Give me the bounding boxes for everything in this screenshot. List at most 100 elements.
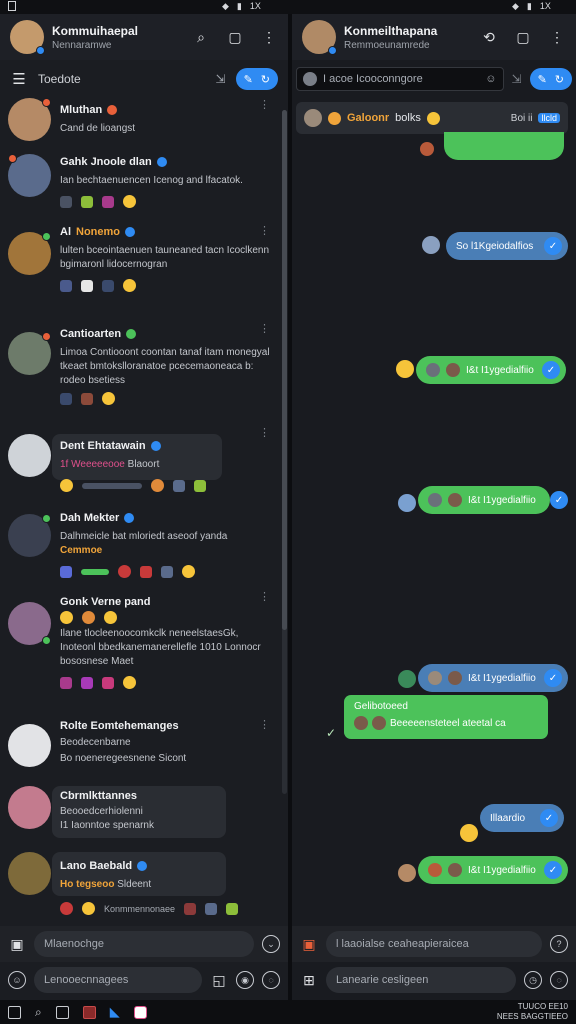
- grid-icon[interactable]: ⊞: [300, 971, 318, 989]
- mini-avatar: [354, 716, 368, 730]
- app-icon-bird[interactable]: ◣: [110, 1004, 120, 1020]
- chat-row[interactable]: Mluthan Cand de lioangst ⋮: [0, 96, 280, 150]
- more-icon[interactable]: ⋮: [260, 28, 278, 46]
- mic-icon[interactable]: ◌: [550, 971, 568, 989]
- row-more-icon[interactable]: ⋮: [259, 322, 270, 335]
- chat-row[interactable]: Cbrmlkttannes Beooedcerhiolenni I1 Iaonn…: [0, 772, 280, 838]
- chat-row-selected[interactable]: Dent Ehtatawain 1f Weeeeeooe Blaoort ⋮: [0, 420, 280, 502]
- row-more-icon[interactable]: ⋮: [259, 590, 270, 603]
- pinned-prefix: Galoonr: [347, 112, 390, 124]
- chat-row[interactable]: Gahk Jnoole dlan Ian bechtaenuencen Icen…: [0, 152, 280, 216]
- read-check-icon: ✓: [544, 861, 562, 879]
- emoji-icon: [140, 565, 152, 578]
- emoji-icon: [60, 565, 72, 578]
- message-bubble[interactable]: I&t I1ygedialfiio ✓: [418, 856, 568, 884]
- search-placeholder: I acoe Icooconngore: [323, 73, 423, 85]
- camera-icon[interactable]: ◉: [236, 971, 254, 989]
- compose-icon[interactable]: ▢: [226, 28, 244, 46]
- message-card-green[interactable]: Gelibotoeed Beeeeensteteel ateetal ca: [344, 695, 548, 739]
- message-bubble[interactable]: I&t I1ygedialfiio: [418, 486, 550, 514]
- contact-name: Gahk Jnoole dlan: [60, 156, 152, 168]
- attach-icon[interactable]: ▣: [300, 935, 318, 953]
- filter-icon[interactable]: ⇲: [216, 72, 226, 86]
- send-icon[interactable]: ⌄: [262, 935, 280, 953]
- message-input[interactable]: Mlaenochge: [34, 931, 254, 957]
- verified-icon: [124, 513, 135, 523]
- clock-icon[interactable]: ◷: [524, 971, 542, 989]
- search-input[interactable]: Lanearie cesligeen: [326, 967, 516, 993]
- sticker-icon[interactable]: ◱: [210, 971, 228, 989]
- link-icon[interactable]: ⟲: [480, 28, 498, 46]
- info-icon[interactable]: ▢: [514, 28, 532, 46]
- message-bubble[interactable]: Illaardio ✓: [480, 804, 564, 832]
- conversation-search[interactable]: I acoe Icooconngore ☺: [296, 67, 504, 91]
- row-more-icon[interactable]: ⋮: [259, 718, 270, 731]
- message-input[interactable]: l laaoialse ceaheapieraicea: [326, 931, 542, 957]
- unread-badge: [42, 98, 51, 107]
- emoji-icon: [82, 611, 95, 624]
- clock[interactable]: TUUCO EE10 NEES BAGGTIEEO: [497, 1002, 568, 1022]
- message-bubble[interactable]: I&t I1ygedialfiio ✓: [416, 356, 566, 384]
- unread-badge: [8, 154, 17, 163]
- chat-row[interactable]: Gonk Verne pand Ilane tlocleenoocomkclk …: [0, 588, 280, 706]
- filter-icon[interactable]: ⇲: [512, 72, 522, 86]
- refresh-icon: ↻: [554, 73, 564, 86]
- emoji-icon: [184, 902, 197, 915]
- emoji-picker-icon[interactable]: ☺: [8, 971, 26, 989]
- contact-avatar[interactable]: [302, 20, 337, 55]
- chat-row[interactable]: Cantioarten Limoa Contiooont coontan tan…: [0, 320, 280, 418]
- pinned-text: bolks: [395, 112, 421, 124]
- message-bubble[interactable]: I&t I1ygedialfiio ✓: [418, 664, 568, 692]
- message-bubble-partial[interactable]: [444, 132, 564, 160]
- pencil-icon: ✎: [243, 73, 253, 86]
- search-clear-icon[interactable]: ☺: [485, 73, 496, 85]
- contact-name: Lano Baebald: [60, 860, 133, 872]
- mic-icon[interactable]: ◌: [262, 971, 280, 989]
- emoji-icon: [60, 611, 73, 624]
- emoji-icon: [194, 479, 206, 492]
- app-icon-red[interactable]: [82, 1005, 96, 1019]
- status-left: [8, 1, 16, 11]
- mini-avatar: [446, 363, 460, 377]
- search-icon[interactable]: ⌕: [35, 1005, 42, 1020]
- last-message: Blaoort: [127, 459, 160, 470]
- reaction-strip: [60, 479, 272, 492]
- smile-emoji-icon: [123, 676, 136, 689]
- chat-row[interactable]: Rolte Eomtehemanges Beodecenbarne Bo noe…: [0, 710, 280, 770]
- read-check-icon: ✓: [542, 361, 560, 379]
- emoji-icon: [173, 479, 185, 492]
- avatar: [8, 332, 51, 375]
- reaction-strip: [60, 392, 272, 405]
- scrollbar-thumb[interactable]: [282, 110, 287, 630]
- chat-row[interactable]: Dah Mekter Dalhmeicle bat mloriedt aseoo…: [0, 504, 280, 586]
- emoji-icon: [60, 392, 72, 405]
- search-input[interactable]: Lenooecnnagees: [34, 967, 202, 993]
- send-icon[interactable]: ?: [550, 935, 568, 953]
- message-bubble[interactable]: So l1Kgeiodalfios ✓: [446, 232, 568, 260]
- footer-text: Konmmennonaee: [104, 903, 176, 914]
- menu-icon[interactable]: ☰: [10, 70, 28, 88]
- row-more-icon[interactable]: ⋮: [259, 224, 270, 237]
- more-icon[interactable]: ⋮: [548, 28, 566, 46]
- chat-row[interactable]: Al Nonemo lulten bceointaenuen tauneaned …: [0, 218, 280, 318]
- task-view-icon[interactable]: [55, 1005, 69, 1019]
- battery-icon-right: ▮: [526, 1, 532, 11]
- search-icon[interactable]: ⌕: [192, 28, 210, 46]
- app-icon-pink[interactable]: [133, 1005, 147, 1019]
- row-more-icon[interactable]: ⋮: [259, 426, 270, 439]
- start-icon[interactable]: [8, 1005, 21, 1019]
- message-highlight: 1f Weeeeeooe: [60, 459, 125, 470]
- bubble-text: I&t I1ygedialfiio: [468, 494, 536, 506]
- profile-avatar[interactable]: [10, 20, 45, 55]
- last-message: Beodecenbarne: [60, 737, 131, 748]
- reaction-strip: [60, 279, 272, 292]
- chat-row[interactable]: Lano Baebald Ho tegseoo Sldeent Konmmenn…: [0, 838, 280, 918]
- read-check-icon: ✓: [544, 669, 562, 687]
- row-more-icon[interactable]: ⋮: [259, 98, 270, 111]
- call-button[interactable]: ✎ ↻: [529, 68, 572, 90]
- attach-icon[interactable]: ▣: [8, 935, 26, 953]
- contact-name: Dah Mekter: [60, 512, 120, 524]
- pinned-message[interactable]: Galoonr bolks Boi ii llcld: [296, 102, 568, 134]
- message-trail: Sicont: [158, 753, 187, 764]
- new-chat-button[interactable]: ✎ ↻: [235, 68, 278, 90]
